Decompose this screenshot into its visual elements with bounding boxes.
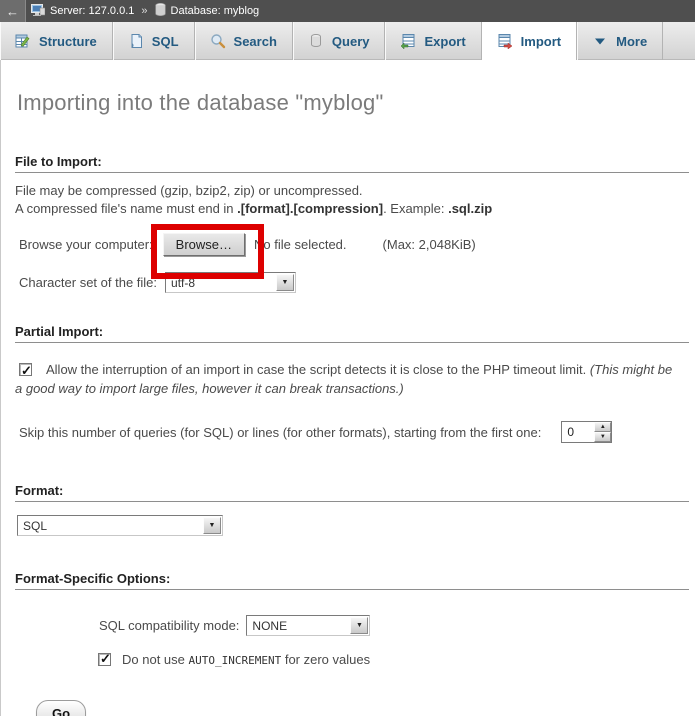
import-page-content: Importing into the database "myblog" Fil… bbox=[0, 60, 695, 716]
tab-label: Search bbox=[234, 34, 277, 49]
dropdown-arrow-icon: ▼ bbox=[203, 517, 221, 534]
sql-zip-example: .sql.zip bbox=[448, 201, 492, 216]
filename-info-line: A compressed file's name must end in .[f… bbox=[15, 200, 695, 218]
tab-bar: Structure SQL Search Query Export Import bbox=[0, 22, 695, 60]
tab-label: SQL bbox=[152, 34, 179, 49]
tab-label: More bbox=[616, 34, 647, 49]
charset-selected-value: utf-8 bbox=[166, 273, 275, 292]
chevron-down-icon bbox=[592, 33, 608, 49]
tab-search[interactable]: Search bbox=[195, 22, 293, 60]
auto-increment-row: ✓ Do not use AUTO_INCREMENT for zero val… bbox=[98, 652, 695, 667]
format-selected-value: SQL bbox=[18, 516, 202, 535]
allow-interruption-row: ✓ Allow the interruption of an import in … bbox=[15, 360, 683, 398]
go-button[interactable]: Go bbox=[36, 700, 86, 716]
server-breadcrumb-bar: ← Server: 127.0.0.1 » Database: myblog bbox=[0, 0, 695, 22]
breadcrumb-separator: » bbox=[139, 5, 149, 17]
section-heading-format-specific-options: Format-Specific Options: bbox=[15, 571, 689, 590]
sql-compatibility-label: SQL compatibility mode: bbox=[99, 618, 239, 633]
sql-compatibility-select[interactable]: NONE ▼ bbox=[246, 615, 370, 636]
auto-increment-label: Do not use AUTO_INCREMENT for zero value… bbox=[122, 652, 370, 667]
section-heading-file-to-import: File to Import: bbox=[15, 154, 689, 173]
tab-label: Import bbox=[521, 34, 561, 49]
allow-interruption-text: Allow the interruption of an import in c… bbox=[46, 362, 590, 377]
breadcrumb-database[interactable]: Database: myblog bbox=[171, 5, 260, 17]
tab-structure[interactable]: Structure bbox=[0, 22, 113, 60]
charset-row: Character set of the file: utf-8 ▼ bbox=[19, 272, 695, 293]
section-heading-format: Format: bbox=[15, 483, 689, 502]
check-icon: ✓ bbox=[21, 361, 32, 380]
file-info-text: File may be compressed (gzip, bzip2, zip… bbox=[15, 182, 695, 218]
tab-query[interactable]: Query bbox=[293, 22, 386, 60]
stepper-up-icon[interactable]: ▲ bbox=[594, 422, 611, 432]
structure-icon bbox=[15, 33, 31, 49]
tab-import[interactable]: Import bbox=[482, 22, 577, 60]
browse-label: Browse your computer: bbox=[19, 237, 153, 252]
charset-label: Character set of the file: bbox=[19, 275, 157, 290]
query-icon bbox=[308, 33, 324, 49]
tab-export[interactable]: Export bbox=[385, 22, 481, 60]
check-icon: ✓ bbox=[100, 651, 111, 667]
tab-label: Structure bbox=[39, 34, 97, 49]
format-compression-token: .[format].[compression] bbox=[237, 201, 383, 216]
tab-more[interactable]: More bbox=[577, 22, 663, 60]
auto-increment-checkbox[interactable]: ✓ bbox=[98, 653, 111, 666]
skip-queries-label: Skip this number of queries (for SQL) or… bbox=[19, 425, 541, 440]
section-heading-partial-import: Partial Import: bbox=[15, 324, 689, 343]
auto-increment-keyword: AUTO_INCREMENT bbox=[189, 654, 282, 667]
server-icon bbox=[31, 4, 45, 19]
max-size-note: (Max: 2,048KiB) bbox=[383, 237, 476, 252]
dropdown-arrow-icon: ▼ bbox=[276, 274, 294, 291]
tab-label: Export bbox=[424, 34, 465, 49]
browse-row: Browse your computer: Browse… No file se… bbox=[19, 233, 695, 256]
sql-icon bbox=[128, 33, 144, 49]
browse-button[interactable]: Browse… bbox=[163, 233, 245, 256]
format-select[interactable]: SQL ▼ bbox=[17, 515, 223, 536]
sql-compatibility-row: SQL compatibility mode: NONE ▼ bbox=[99, 615, 695, 636]
skip-queries-row: Skip this number of queries (for SQL) or… bbox=[19, 421, 695, 443]
page-title: Importing into the database "myblog" bbox=[1, 60, 695, 116]
tab-label: Query bbox=[332, 34, 370, 49]
sql-compatibility-value: NONE bbox=[247, 616, 349, 635]
import-icon bbox=[497, 33, 513, 49]
stepper-down-icon[interactable]: ▼ bbox=[594, 432, 611, 442]
breadcrumb-server[interactable]: Server: 127.0.0.1 bbox=[50, 5, 134, 17]
skip-queries-value: 0 bbox=[562, 422, 594, 442]
database-icon bbox=[155, 3, 166, 19]
no-file-selected-text: No file selected. bbox=[254, 237, 347, 252]
back-arrow-button[interactable]: ← bbox=[0, 0, 26, 22]
search-icon bbox=[210, 33, 226, 49]
skip-queries-stepper[interactable]: 0 ▲ ▼ bbox=[561, 421, 612, 443]
export-icon bbox=[400, 33, 416, 49]
dropdown-arrow-icon: ▼ bbox=[350, 617, 368, 634]
charset-select[interactable]: utf-8 ▼ bbox=[165, 272, 296, 293]
allow-interruption-checkbox[interactable]: ✓ bbox=[19, 363, 32, 376]
compression-info-line: File may be compressed (gzip, bzip2, zip… bbox=[15, 182, 695, 200]
tab-sql[interactable]: SQL bbox=[113, 22, 195, 60]
